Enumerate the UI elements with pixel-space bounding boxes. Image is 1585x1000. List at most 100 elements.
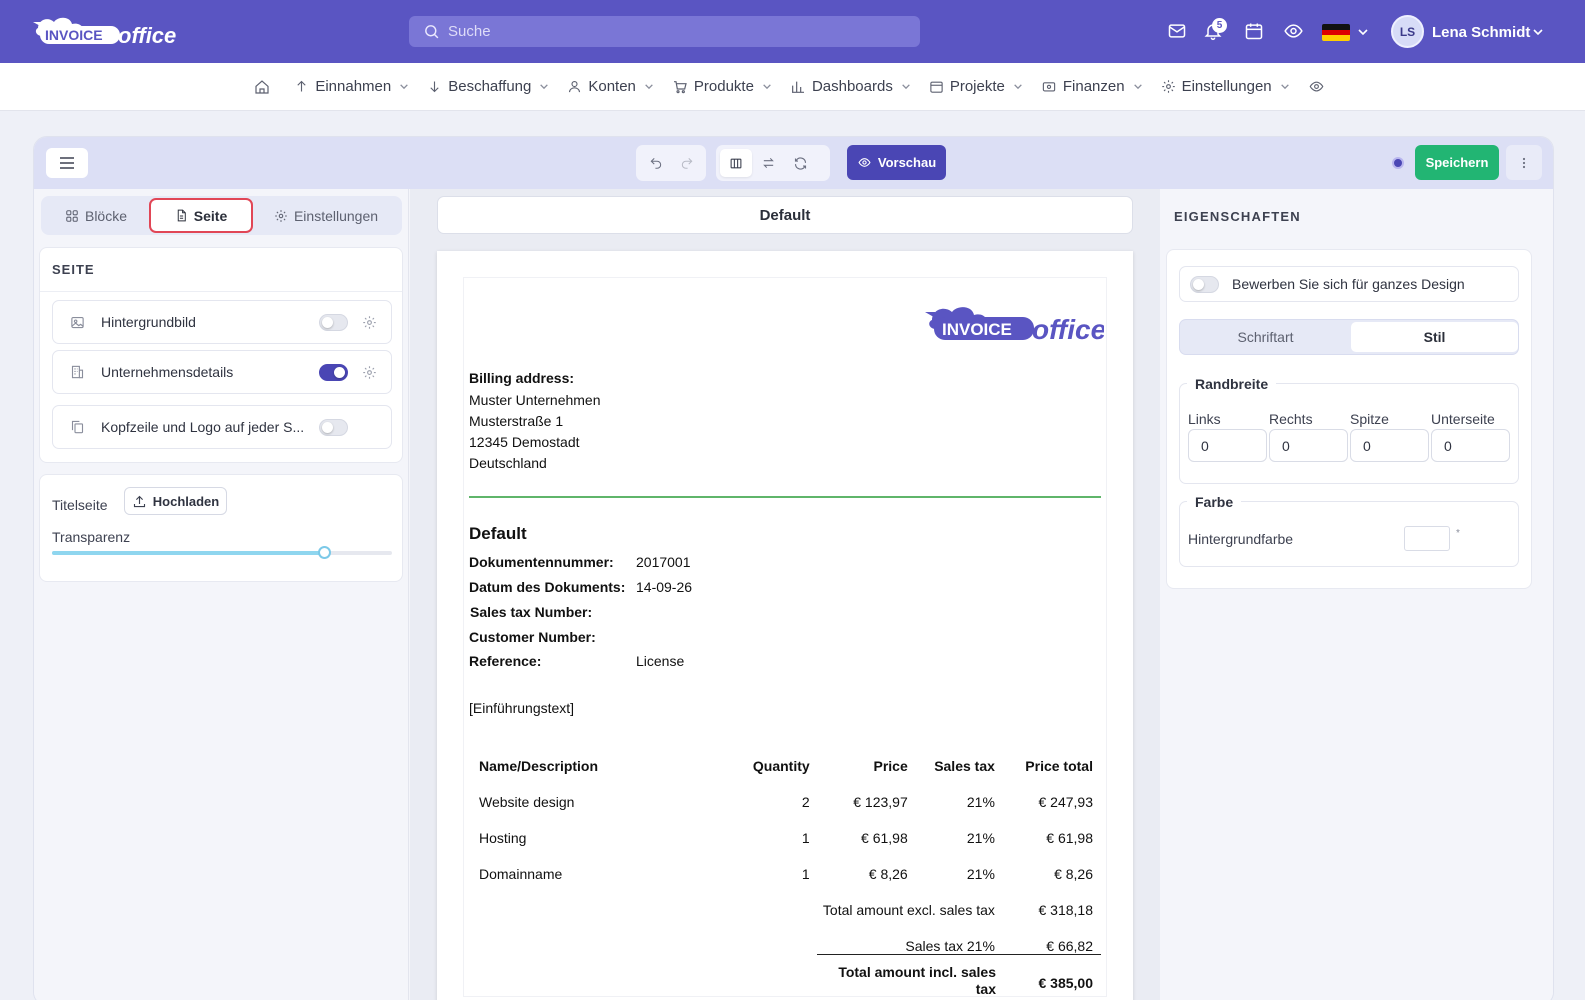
mail-icon[interactable] (1167, 21, 1189, 43)
chevron-down-icon[interactable] (1532, 28, 1544, 36)
nav-konten[interactable]: Konten (567, 78, 654, 95)
table-cell: € 61,98 (861, 830, 908, 846)
eye-icon (858, 158, 871, 167)
nav-home[interactable] (254, 79, 276, 95)
gear-icon[interactable] (362, 365, 377, 380)
transparency-slider[interactable] (52, 546, 392, 559)
search-placeholder: Suche (448, 23, 491, 40)
main-nav: Einnahmen Beschaffung Konten Produkte Da… (0, 63, 1585, 111)
margin-right-input[interactable]: 0 (1269, 429, 1348, 462)
margin-top-input[interactable]: 0 (1350, 429, 1429, 462)
tab-einstellungen[interactable]: Einstellungen (253, 198, 399, 233)
background-image-toggle[interactable] (319, 314, 348, 331)
nav-produkte[interactable]: Produkte (672, 78, 772, 95)
undo-icon (650, 157, 661, 169)
search-icon (425, 25, 439, 39)
upload-button[interactable]: Hochladen (124, 487, 227, 515)
option-label: Unternehmensdetails (101, 364, 234, 380)
preview-button[interactable]: Vorschau (847, 145, 946, 180)
nav-beschaffung[interactable]: Beschaffung (427, 78, 549, 95)
apply-to-design-row[interactable]: Bewerben Sie sich für ganzes Design (1179, 266, 1519, 302)
table-cell: 21% (966, 794, 995, 810)
search-bar[interactable]: Suche (409, 16, 920, 47)
tab-seite[interactable]: Seite (149, 198, 253, 233)
nav-label: Beschaffung (448, 78, 532, 95)
chevron-down-icon[interactable] (1357, 28, 1369, 36)
meta-label: Reference: (469, 653, 542, 669)
total-label: Sales tax 21% (905, 938, 995, 954)
column-header: Sales tax (934, 758, 995, 774)
meta-label: Datum des Dokuments: (469, 579, 626, 595)
margin-fieldset: Randbreite Links Rechts Spitze Unterseit… (1179, 376, 1519, 484)
invoice-office-logo[interactable]: INVOICE office (32, 14, 177, 50)
notification-badge: 5 (1212, 18, 1227, 33)
tab-stil[interactable]: Stil (1351, 322, 1518, 352)
document-canvas: Default INVOICE office Billing address: … (410, 189, 1160, 1000)
nav-label: Finanzen (1062, 78, 1125, 95)
wallet-icon (1042, 82, 1056, 92)
nav-finanzen[interactable]: Finanzen (1041, 78, 1143, 95)
svg-text:office: office (118, 23, 176, 48)
undo-button[interactable] (640, 149, 671, 177)
avatar[interactable]: LS (1391, 15, 1424, 48)
required-mark: * (1456, 528, 1460, 539)
company-details-toggle[interactable] (319, 364, 348, 381)
svg-text:INVOICE: INVOICE (942, 320, 1012, 339)
margin-bottom-input[interactable]: 0 (1431, 429, 1510, 462)
header-logo-toggle[interactable] (319, 419, 348, 436)
grand-total-label: Total amount incl. sales tax (838, 964, 996, 997)
upload-icon (133, 495, 145, 507)
cart-icon (673, 80, 687, 93)
eye-icon[interactable] (1283, 21, 1305, 43)
nav-einstellungen[interactable]: Einstellungen (1161, 78, 1290, 95)
tab-bloecke[interactable]: Blöcke (43, 198, 149, 233)
option-company-details[interactable]: Unternehmensdetails (52, 350, 392, 394)
user-name[interactable]: Lena Schmidt (1432, 24, 1530, 41)
margin-left-input[interactable]: 0 (1188, 429, 1267, 462)
menu-button[interactable] (46, 148, 88, 178)
option-background-image[interactable]: Hintergrundbild (52, 300, 392, 344)
table-cell: Hosting (479, 830, 527, 846)
tab-label: Einstellungen (293, 207, 379, 224)
redo-button[interactable] (671, 149, 702, 177)
more-options-button[interactable] (1506, 145, 1542, 180)
arrow-up-icon (297, 80, 306, 92)
template-name[interactable]: Default (437, 196, 1133, 234)
svg-text:INVOICE: INVOICE (45, 27, 103, 43)
tab-schriftart[interactable]: Schriftart (1182, 322, 1349, 352)
nav-projekte[interactable]: Projekte (929, 78, 1023, 95)
swap-button[interactable] (752, 149, 784, 177)
title-page-card: Titelseite Hochladen Transparenz (39, 474, 403, 582)
total-row: Total amount excl. sales tax € 318,18 (471, 892, 1101, 928)
option-header-logo-every-page[interactable]: Kopfzeile und Logo auf jeder S... (52, 405, 392, 449)
bg-color-picker[interactable] (1404, 526, 1450, 551)
german-flag-icon[interactable] (1322, 24, 1350, 41)
panel-tabs: Blöcke Seite Einstellungen (41, 196, 402, 235)
margin-bottom-label: Unterseite (1431, 411, 1495, 427)
nav-dashboards[interactable]: Dashboards (790, 78, 911, 95)
eye-icon (1309, 81, 1324, 92)
building-icon (65, 360, 89, 384)
nav-einnahmen[interactable]: Einnahmen (294, 78, 409, 95)
history-group (636, 145, 706, 181)
table-row: Hosting 1 € 61,98 21% € 61,98 (471, 820, 1101, 856)
chevron-down-icon (645, 84, 653, 90)
columns-view-button[interactable] (720, 149, 752, 177)
table-cell: Website design (479, 794, 575, 810)
slider-thumb[interactable] (318, 546, 331, 559)
redo-icon (681, 157, 692, 169)
nav-view[interactable] (1308, 79, 1331, 94)
copy-icon (65, 415, 89, 439)
save-button[interactable]: Speichern (1415, 145, 1499, 180)
chevron-down-icon (1014, 84, 1022, 90)
table-cell: 1 (801, 830, 810, 846)
total-divider (817, 954, 1101, 955)
calendar-icon[interactable] (1244, 21, 1266, 43)
refresh-button[interactable] (784, 149, 816, 177)
document-page: INVOICE office Billing address: Muster U… (437, 251, 1133, 1000)
gear-icon[interactable] (362, 315, 377, 330)
properties-card: Bewerben Sie sich für ganzes Design Schr… (1166, 249, 1532, 589)
apply-design-toggle[interactable] (1190, 276, 1219, 293)
title-page-label: Titelseite (52, 497, 108, 513)
top-bar: INVOICE office Suche 5 LS Lena Schmidt (0, 0, 1585, 63)
